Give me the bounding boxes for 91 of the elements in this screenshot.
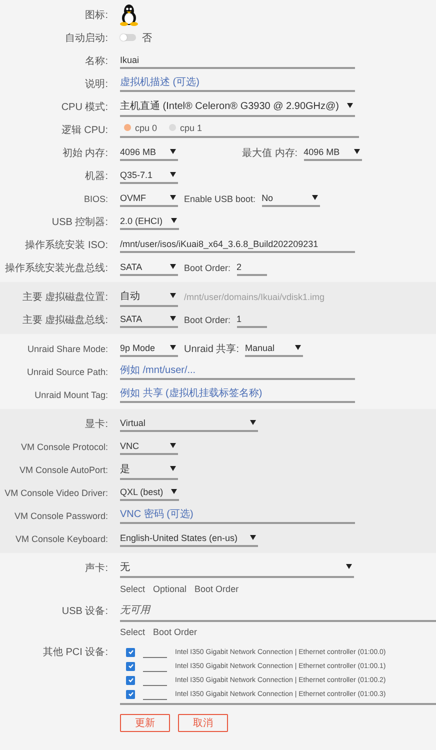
checkbox[interactable] [126, 648, 135, 656]
field-label: 最大值 内存: [242, 146, 298, 160]
dropdown[interactable]: 4096 MB [120, 144, 178, 160]
checkbox[interactable] [126, 676, 135, 684]
caret-icon [170, 172, 176, 177]
caret-icon [347, 103, 353, 108]
field-label: 初始 内存: [61, 146, 108, 160]
disk-path: /mnt/user/domains/Ikuai/vdisk1.img [184, 292, 325, 302]
field-label: 操作系统安装 ISO: [24, 238, 108, 252]
caret-icon [346, 564, 352, 569]
dropdown[interactable]: 2.0 (EHCI) [120, 214, 179, 230]
radio-option[interactable]: cpu 1 [169, 122, 202, 132]
input-field[interactable]: 例如 /mnt/user/... [120, 363, 355, 380]
dropdown[interactable]: No [262, 190, 320, 206]
field-label: 声卡: [84, 562, 108, 574]
column-header: Boot Order [153, 627, 198, 637]
caret-icon [170, 466, 176, 471]
dropdown[interactable]: Q35-7.1 [120, 168, 178, 184]
penguin-icon [120, 4, 138, 26]
field-label: VM Console AutoPort: [18, 464, 108, 474]
field-label: 说明: [84, 78, 108, 90]
column-header: Select [120, 627, 146, 637]
usb-device-list: 无可用 [120, 600, 436, 622]
field-label: Unraid Share Mode: [26, 344, 108, 354]
field-label: 逻辑 CPU: [60, 124, 108, 136]
field-label: VM Console Protocol: [20, 442, 108, 452]
field-label: 操作系统安装光盘总线: [4, 262, 108, 274]
caret-icon [312, 195, 318, 200]
caret-icon [170, 149, 176, 154]
checkbox[interactable] [126, 662, 135, 670]
radio-option[interactable]: cpu 0 [124, 122, 158, 132]
dropdown[interactable]: QXL (best) [120, 484, 180, 500]
caret-icon [170, 264, 176, 269]
field-label: BIOS: [82, 194, 108, 204]
field-label: 图标: [84, 8, 108, 22]
column-header: Optional [153, 584, 187, 594]
field-label: 显卡: [84, 418, 108, 430]
field-label: VM Console Keyboard: [14, 534, 108, 544]
dropdown[interactable]: SATA [120, 312, 178, 328]
caret-icon [170, 218, 177, 223]
checkbox[interactable] [126, 690, 135, 698]
dropdown[interactable]: 无 [120, 558, 354, 578]
input-field[interactable]: /mnt/user/isos/iKuai8_x64_3.6.8_Build202209231 [120, 236, 355, 252]
input-field[interactable]: 虚拟机描述 (可选) [120, 75, 355, 92]
dropdown[interactable]: OVMF [120, 190, 178, 206]
caret-icon [170, 316, 176, 321]
field-label: 名称: [84, 54, 108, 68]
dropdown[interactable]: 4096 MB [304, 144, 362, 160]
field-label: Boot Order: [184, 314, 231, 324]
field-label: 机器: [84, 170, 108, 182]
dropdown[interactable]: 是 [120, 460, 178, 480]
dropdown[interactable]: Virtual [120, 416, 258, 432]
caret-icon [170, 443, 176, 448]
field-label: VM Console Password: [13, 510, 108, 520]
dropdown[interactable]: 自动 [120, 286, 178, 306]
dropdown[interactable]: 主机直通 (Intel® Celeron® G3930 @ 2.90GHz@) [120, 96, 355, 116]
caret-icon [250, 420, 256, 425]
input-field[interactable]: 例如 共享 (虚拟机挂载标签名称) [120, 386, 355, 403]
input-field[interactable]: Ikuai [120, 52, 355, 68]
dropdown[interactable]: VNC [120, 438, 178, 454]
field-label: 主要 虚拟磁盘总线: [21, 314, 108, 326]
column-header: Select [120, 584, 146, 594]
field-label: 主要 虚拟磁盘位置: [21, 290, 108, 304]
field-label: Boot Order: [184, 262, 231, 272]
dropdown[interactable]: English-United States (en-us) [120, 530, 258, 546]
boot-order-field[interactable]: 2 [236, 260, 267, 276]
caret-icon [170, 195, 176, 200]
field-label: USB 设备: [60, 604, 108, 618]
toggle-label: 否 [142, 32, 152, 44]
dropdown[interactable]: 9p Mode [120, 340, 178, 356]
caret-icon [295, 345, 302, 350]
toggle-switch[interactable] [120, 34, 136, 41]
field-label: CPU 模式: [60, 100, 108, 114]
field-label: 自动启动: [64, 32, 108, 44]
caret-icon [171, 489, 178, 494]
field-label: Enable USB boot: [184, 194, 256, 204]
caret-icon [354, 149, 360, 154]
field-label: USB 控制器: [50, 216, 108, 228]
input-field[interactable]: VNC 密码 (可选) [120, 507, 355, 524]
field-label: Unraid 共享: [184, 342, 240, 356]
caret-icon [250, 535, 256, 540]
column-header: Boot Order [194, 584, 239, 594]
caret-icon [170, 345, 176, 350]
dropdown[interactable]: SATA [120, 260, 178, 276]
caret-icon [170, 293, 176, 298]
dropdown[interactable]: Manual [245, 340, 304, 356]
field-label: VM Console Video Driver: [4, 488, 108, 498]
field-label: 其他 PCI 设备: [42, 646, 108, 659]
field-label: Unraid Source Path: [26, 366, 108, 376]
field-label: Unraid Mount Tag: [34, 390, 108, 400]
boot-order-field[interactable]: 1 [236, 312, 267, 328]
